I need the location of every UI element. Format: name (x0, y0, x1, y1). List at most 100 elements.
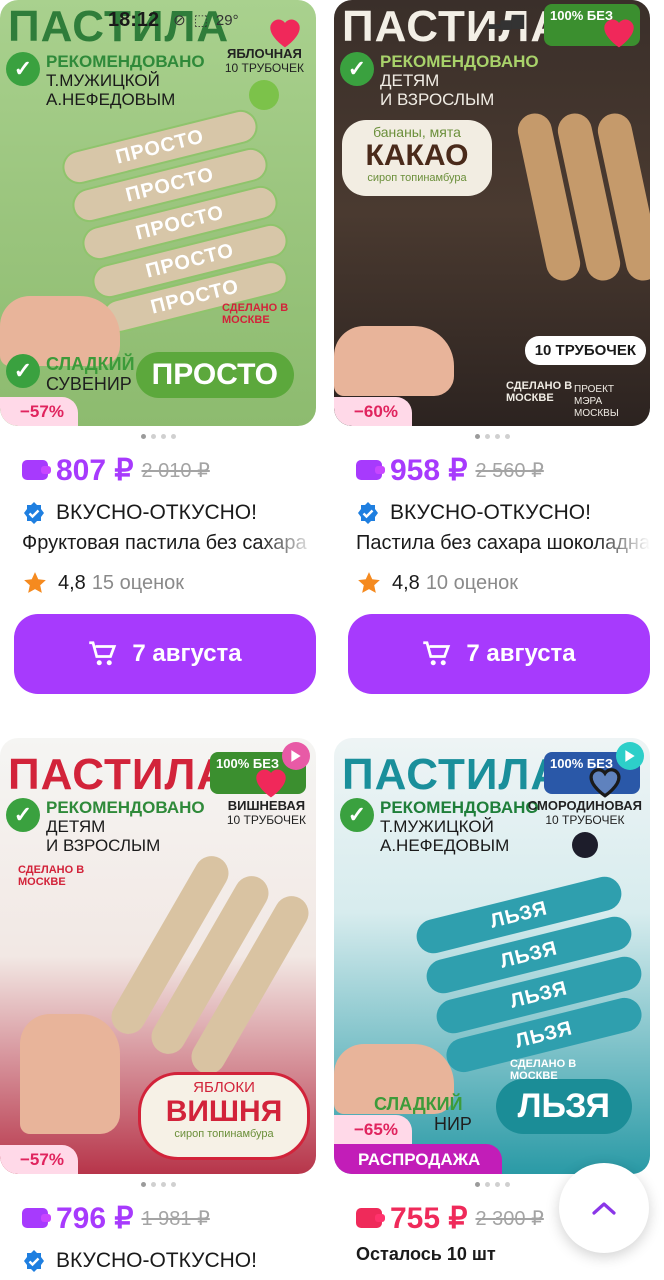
product-card[interactable]: ПАСТИЛА ✓ РЕКОМЕНДОВАНО Т.МУЖИЦКОЙ А.НЕФ… (0, 0, 316, 694)
price: 807 ₽ (56, 453, 134, 487)
add-to-cart-button[interactable]: 7 августа (14, 614, 316, 694)
rec-line1: РЕКОМЕНДОВАНО (380, 52, 539, 71)
rating: 4,8 10 оценок (334, 568, 650, 598)
product-card[interactable]: ПАСТИЛА 100% БЕЗ ✓ РЕКОМЕНДОВАНО ДЕТЯМ И… (334, 0, 650, 694)
product-name[interactable]: Пастила без сахара шоколадная (334, 532, 650, 560)
temperature: 29° (215, 11, 239, 29)
page-dot (484, 1182, 490, 1187)
sale-badge: РАСПРОДАЖА (334, 1144, 503, 1174)
flavor-count: 10 ТРУБОЧЕК (226, 813, 306, 827)
page-dot (160, 434, 166, 439)
favorite-button[interactable] (248, 758, 294, 804)
page-dot (484, 434, 490, 439)
seller[interactable]: ВКУСНО-ОТКУСНО! (0, 1246, 316, 1276)
check-icon: ✓ (6, 354, 40, 388)
currant-icon (571, 832, 598, 858)
sweet-line2: СУВЕНИР (46, 374, 132, 394)
seller[interactable]: ВКУСНО-ОТКУСНО! (0, 498, 316, 528)
mayor-project: ПРОЕКТ МЭРА МОСКВЫ (574, 384, 619, 419)
discount-badge: −65% (334, 1115, 412, 1144)
status-bar: 18:12 ⊘ ⬚ 29° ▂▄▆ (0, 0, 664, 40)
page-dot (494, 1182, 500, 1187)
price-row: 807 ₽ 2 010 ₽ (0, 450, 316, 490)
sweet-line1: СЛАДКИЙ (46, 354, 135, 374)
image-recommend: ✓ РЕКОМЕНДОВАНО ДЕТЯМ И ВЗРОСЛЫМ (6, 798, 205, 855)
seller-name: ВКУСНО-ОТКУСНО! (56, 501, 257, 524)
verified-icon (24, 502, 44, 524)
page-dot (504, 1182, 510, 1187)
page-dot (170, 434, 176, 439)
product-image[interactable]: ПАСТИЛА 100% БЕЗ ✓ РЕКОМЕНДОВАНО ДЕТЯМ И… (0, 738, 316, 1174)
status-time: 18:12 (108, 8, 160, 31)
image-recommend: ✓ РЕКОМЕНДОВАНО Т.МУЖИЦКОЙ А.НЕФЕДОВЫМ (340, 798, 539, 855)
price: 796 ₽ (56, 1201, 134, 1235)
rating: 4,8 15 оценок (0, 568, 316, 598)
favorite-button[interactable] (582, 758, 628, 804)
discount-badge: −57% (0, 1145, 78, 1174)
catalog-page: 18:12 ⊘ ⬚ 29° ▂▄▆ ПАСТИЛА ✓ РЕКОМЕНДОВАН… (0, 0, 664, 1280)
product-image[interactable]: ПАСТИЛА ✓ РЕКОМЕНДОВАНО Т.МУЖИЦКОЙ А.НЕФ… (0, 0, 316, 426)
navigation-icon: ⊘ (173, 12, 186, 29)
product-image[interactable]: ПАСТИЛА 100% БЕЗ ✓ РЕКОМЕНДОВАНО ДЕТЯМ И… (334, 0, 650, 426)
image-brand: ПАСТИЛА (8, 750, 230, 799)
check-icon: ✓ (340, 798, 374, 832)
made-in-moscow: СДЕЛАНО В МОСКВЕ (18, 864, 85, 888)
delivery-date: 7 августа (132, 640, 242, 667)
page-dot (140, 434, 146, 439)
old-price: 2 010 ₽ (141, 459, 210, 482)
made-in-moscow: СДЕЛАНО В МОСКВЕ (222, 302, 289, 326)
image-tag: ПРОСТО (135, 352, 294, 398)
rating-value: 4,8 (392, 571, 420, 594)
rec-line1: РЕКОМЕНДОВАНО (46, 798, 205, 817)
count-label: 10 ТРУБОЧЕК (524, 336, 646, 365)
verified-icon (358, 502, 378, 524)
product-image[interactable]: ПАСТИЛА 100% БЕЗ ✓ РЕКОМЕНДОВАНО Т.МУЖИЦ… (334, 738, 650, 1174)
price: 755 ₽ (390, 1201, 468, 1235)
product-card[interactable]: ПАСТИЛА 100% БЕЗ ✓ РЕКОМЕНДОВАНО ДЕТЯМ И… (0, 738, 316, 1276)
rec-line3: А.НЕФЕДОВЫМ (380, 836, 510, 855)
page-dot (504, 434, 510, 439)
star-icon (358, 572, 380, 593)
rec-line3: И ВЗРОСЛЫМ (46, 836, 161, 855)
rec-line2: Т.МУЖИЦКОЙ (46, 71, 160, 90)
flavor-count: 10 ТРУБОЧЕК (545, 813, 625, 827)
page-dot (474, 434, 480, 439)
page-dot (494, 434, 500, 439)
sweet-line1: СЛАДКИЙ (374, 1094, 463, 1114)
image-flavor: СМОРОДИНОВАЯ 10 ТРУБОЧЕК (528, 798, 642, 858)
discount-badge: −57% (0, 397, 78, 426)
add-to-cart-button[interactable]: 7 августа (348, 614, 650, 694)
flavor-main: КАКАО (365, 139, 469, 172)
product-name[interactable]: Фруктовая пастила без сахара (0, 532, 316, 560)
apple-icon (249, 80, 280, 110)
signal-icon: ▂▄▆ (488, 12, 524, 29)
image-sweet: ✓ СЛАДКИЙ СУВЕНИР (6, 354, 135, 394)
flavor-count: 10 ТРУБОЧЕК (224, 61, 304, 75)
seller[interactable]: ВКУСНО-ОТКУСНО! (334, 498, 650, 528)
check-icon: ✓ (6, 52, 40, 86)
flavor-label: бананы, мята КАКАО сироп топинамбура (342, 120, 492, 196)
price: 958 ₽ (390, 453, 468, 487)
flavor-label: ЯБЛОКИ ВИШНЯ сироп топинамбура (138, 1072, 310, 1160)
rec-line3: А.НЕФЕДОВЫМ (46, 90, 176, 109)
scroll-to-top-button[interactable] (559, 1163, 649, 1253)
check-icon: ✓ (6, 798, 40, 832)
label-sub: сироп топинамбура (174, 1128, 274, 1140)
verified-icon (24, 1250, 44, 1272)
flavor-sub: сироп топинамбура (367, 172, 467, 184)
image-recommend: ✓ РЕКОМЕНДОВАНО Т.МУЖИЦКОЙ А.НЕФЕДОВЫМ (6, 52, 205, 109)
discount-badge: −60% (334, 397, 412, 426)
rec-line1: РЕКОМЕНДОВАНО (380, 798, 539, 817)
flavor-top: бананы, мята (373, 124, 461, 140)
star-icon (24, 572, 46, 593)
hand-image (334, 326, 454, 396)
rec-line2: Т.МУЖИЦКОЙ (380, 817, 494, 836)
rating-count: 15 оценок (91, 571, 185, 594)
label-top: ЯБЛОКИ (193, 1079, 255, 1096)
product-rolls: ПРОСТО ПРОСТО ПРОСТО ПРОСТО ПРОСТО (40, 106, 292, 337)
seller-name: ВКУСНО-ОТКУСНО! (390, 501, 591, 524)
image-pagination (334, 434, 650, 440)
page-dot (150, 434, 156, 439)
heart-outline-icon (589, 768, 621, 798)
wallet-icon (22, 460, 48, 480)
